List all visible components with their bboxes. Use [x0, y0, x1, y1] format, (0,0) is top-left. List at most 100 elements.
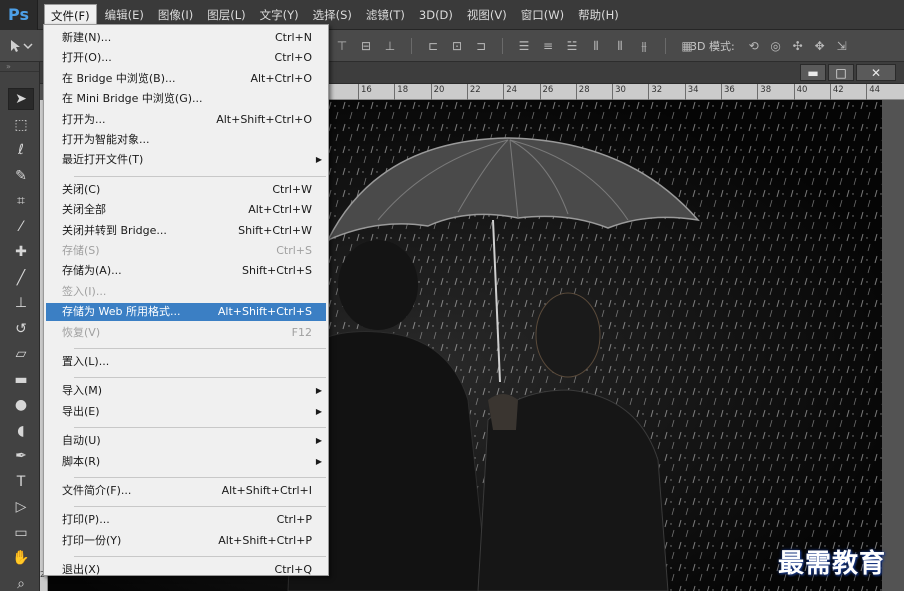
shape-tool-icon[interactable]: ▭: [8, 522, 34, 544]
file-menu-item[interactable]: 自动(U) ▶: [46, 432, 326, 450]
menu-item-label: 脚本(R): [62, 454, 101, 468]
ruler-label: 32: [651, 85, 663, 95]
file-menu-item[interactable]: 打印(P)... Ctrl+P: [46, 511, 326, 529]
file-menu-item: 恢复(V) F12: [46, 324, 326, 342]
menu-item-shortcut: Ctrl+N: [274, 31, 312, 44]
path-select-tool-icon[interactable]: ▷: [8, 496, 34, 518]
close-button[interactable]: ✕: [856, 64, 896, 81]
menu-item-label: 关闭并转到 Bridge...: [62, 223, 167, 237]
file-menu-item[interactable]: 置入(L)...: [46, 353, 326, 371]
slide-icon[interactable]: ✥: [813, 39, 827, 53]
file-menu-item[interactable]: 打印一份(Y) Alt+Shift+Ctrl+P: [46, 532, 326, 550]
file-menu-item[interactable]: 新建(N)... Ctrl+N: [46, 29, 326, 47]
minimize-button[interactable]: ▬: [800, 64, 826, 81]
menu-item-label: 存储(S): [62, 244, 100, 257]
align-hcenter-icon[interactable]: ⊡: [450, 39, 464, 53]
menu-4[interactable]: 图层(L): [201, 4, 251, 26]
clone-stamp-tool-icon[interactable]: ⊥: [8, 292, 34, 314]
menu-6[interactable]: 选择(S): [307, 4, 358, 26]
menu-item-shortcut: Alt+Ctrl+O: [250, 71, 312, 85]
menu-separator: [74, 556, 326, 558]
pen-tool-icon[interactable]: ✒: [8, 445, 34, 467]
brush-tool-icon[interactable]: ╱: [8, 267, 34, 289]
distribute-hcenter-icon[interactable]: ⦀: [613, 39, 627, 53]
file-menu-item[interactable]: 关闭全部 Alt+Ctrl+W: [46, 201, 326, 219]
scale-3d-icon[interactable]: ⇲: [835, 39, 849, 53]
blur-tool-icon[interactable]: ●: [8, 394, 34, 416]
distribute-right-icon[interactable]: ⫵: [637, 39, 651, 53]
align-right-icon[interactable]: ⊐: [474, 39, 488, 53]
healing-brush-tool-icon[interactable]: ✚: [8, 241, 34, 263]
menu-7[interactable]: 滤镜(T): [360, 4, 411, 26]
menu-3[interactable]: 图像(I): [152, 4, 199, 26]
ruler-tick: [829, 84, 831, 100]
orbit-icon[interactable]: ⟲: [747, 39, 761, 53]
menu-1[interactable]: 文件(F): [44, 3, 97, 26]
file-menu-item[interactable]: 打开为智能对象...: [46, 131, 326, 149]
file-menu-item[interactable]: 最近打开文件(T) ▶: [46, 151, 326, 169]
ruler-label: 16: [361, 85, 372, 95]
ruler-tick: [539, 84, 541, 100]
menu-10[interactable]: 窗口(W): [515, 4, 570, 26]
file-menu-item[interactable]: 在 Mini Bridge 中浏览(G)...: [46, 90, 326, 108]
quick-select-tool-icon[interactable]: ✎: [8, 165, 34, 187]
menu-8[interactable]: 3D(D): [413, 4, 459, 26]
menu-9[interactable]: 视图(V): [461, 4, 513, 26]
ruler-tick: [612, 84, 614, 100]
file-menu-item[interactable]: 在 Bridge 中浏览(B)... Alt+Ctrl+O: [46, 70, 326, 88]
file-menu-item[interactable]: 关闭(C) Ctrl+W: [46, 181, 326, 199]
menu-separator: [74, 377, 326, 379]
lasso-tool-icon[interactable]: ℓ: [8, 139, 34, 161]
eyedropper-tool-icon[interactable]: ⁄: [8, 216, 34, 238]
align-vcenter-icon[interactable]: ⊟: [359, 39, 373, 53]
align-left-icon[interactable]: ⊏: [426, 39, 440, 53]
menu-item-label: 打印(P)...: [62, 513, 110, 527]
menu-5[interactable]: 文字(Y): [254, 4, 305, 26]
submenu-arrow-icon: ▶: [315, 386, 322, 396]
distribute-vcenter-icon[interactable]: ≡: [541, 39, 555, 53]
dodge-tool-icon[interactable]: ◖: [8, 420, 34, 442]
move-tool-preset-icon[interactable]: [8, 37, 34, 55]
align-bottom-icon[interactable]: ⊥: [383, 39, 397, 53]
hand-tool-icon[interactable]: ✋: [8, 547, 34, 569]
zoom-tool-icon[interactable]: ⌕: [8, 573, 34, 591]
menu-separator: [74, 506, 326, 508]
type-tool-icon[interactable]: T: [8, 471, 34, 493]
file-menu-item: 存储(S) Ctrl+S: [46, 242, 326, 260]
eraser-tool-icon[interactable]: ▱: [8, 343, 34, 365]
menu-2[interactable]: 编辑(E): [99, 4, 150, 26]
mode-3d-label: 3D 模式:: [690, 40, 735, 53]
roll-icon[interactable]: ◎: [769, 39, 783, 53]
toolbar-grip[interactable]: »: [0, 62, 39, 72]
distribute-bottom-icon[interactable]: ☱: [565, 39, 579, 53]
maximize-button[interactable]: □: [828, 64, 854, 81]
gradient-tool-icon[interactable]: ▬: [8, 369, 34, 391]
file-menu-item[interactable]: 导入(M) ▶: [46, 382, 326, 400]
crop-tool-icon[interactable]: ⌗: [8, 190, 34, 212]
menu-item-label: 打开为...: [62, 112, 106, 126]
menu-item-shortcut: Ctrl+W: [272, 182, 312, 196]
file-menu-item[interactable]: 打开为... Alt+Shift+Ctrl+O: [46, 111, 326, 129]
menu-item-label: 新建(N)...: [62, 31, 112, 44]
file-menu-item[interactable]: 脚本(R) ▶: [46, 453, 326, 471]
pan-icon[interactable]: ✣: [791, 39, 805, 53]
ruler-label: 38: [760, 85, 772, 95]
menu-item-label: 自动(U): [62, 434, 101, 448]
distribute-top-icon[interactable]: ☰: [517, 39, 531, 53]
history-brush-tool-icon[interactable]: ↺: [8, 318, 34, 340]
menu-11[interactable]: 帮助(H): [572, 4, 625, 26]
mode-3d-group: 3D 模式: ⟲ ◎ ✣ ✥ ⇲: [690, 38, 849, 54]
file-menu-item[interactable]: 存储为(A)... Shift+Ctrl+S: [46, 262, 326, 280]
file-menu-item[interactable]: 打开(O)... Ctrl+O: [46, 49, 326, 67]
file-menu-item[interactable]: 关闭并转到 Bridge... Shift+Ctrl+W: [46, 222, 326, 240]
file-menu-item[interactable]: 导出(E) ▶: [46, 403, 326, 421]
marquee-tool-icon[interactable]: ⬚: [8, 114, 34, 136]
file-menu-item[interactable]: 存储为 Web 所用格式... Alt+Shift+Ctrl+S: [46, 303, 326, 322]
distribute-left-icon[interactable]: ⫴: [589, 39, 603, 53]
menu-item-label: 置入(L)...: [62, 355, 110, 368]
menu-item-shortcut: Ctrl+Q: [274, 563, 312, 577]
file-menu-item[interactable]: 退出(X) Ctrl+Q: [46, 561, 326, 579]
file-menu-item[interactable]: 文件简介(F)... Alt+Shift+Ctrl+I: [46, 482, 326, 500]
move-tool-icon[interactable]: ➤: [8, 88, 34, 110]
align-top-icon[interactable]: ⊤: [335, 39, 349, 53]
